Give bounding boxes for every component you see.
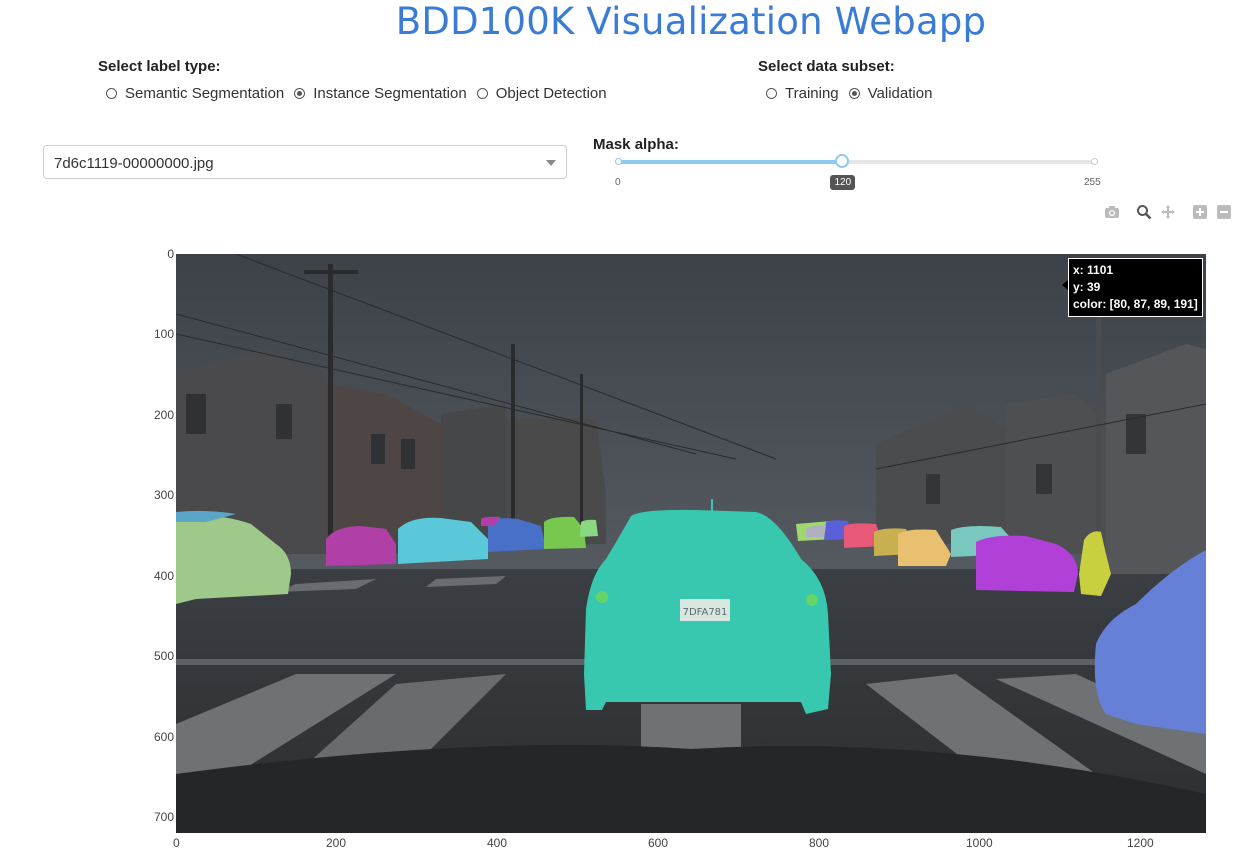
image-plot-area[interactable]: 7DFA781 xyxy=(175,253,1207,833)
label-type-radio-group: Semantic Segmentation Instance Segmentat… xyxy=(106,85,617,102)
image-select-value: 7d6c1119-00000000.jpg xyxy=(54,155,214,172)
street-scene-image: 7DFA781 xyxy=(175,253,1207,833)
y-tick-label: 100 xyxy=(153,327,174,341)
page-title: BDD100K Visualization Webapp xyxy=(395,0,987,43)
x-tick-label: 200 xyxy=(326,836,347,850)
mask-alpha-slider-track[interactable] xyxy=(618,160,1095,164)
zoom-icon[interactable] xyxy=(1136,204,1152,220)
radio-object-detection[interactable]: Object Detection xyxy=(476,85,607,102)
radio-instance-segmentation[interactable]: Instance Segmentation xyxy=(294,85,467,102)
radio-button-icon[interactable] xyxy=(766,88,777,99)
mask-alpha-slider-fill xyxy=(618,160,843,164)
radio-button-selected-icon[interactable] xyxy=(294,88,306,99)
mask-alpha-slider-handle[interactable] xyxy=(835,154,850,168)
radio-label: Training xyxy=(785,85,839,102)
label-type-heading: Select label type: xyxy=(98,58,221,75)
radio-button-icon[interactable] xyxy=(106,88,117,99)
radio-label: Instance Segmentation xyxy=(313,85,467,102)
x-tick-label: 1200 xyxy=(1127,836,1154,850)
x-tick-label: 1000 xyxy=(966,836,993,850)
y-tick-label: 700 xyxy=(153,810,174,824)
zoom-out-icon[interactable] xyxy=(1216,204,1232,220)
y-tick-label: 300 xyxy=(153,488,174,502)
radio-training[interactable]: Training xyxy=(766,85,839,102)
zoom-in-icon[interactable] xyxy=(1192,204,1208,220)
y-tick-label: 500 xyxy=(153,649,174,663)
radio-semantic-segmentation[interactable]: Semantic Segmentation xyxy=(106,85,284,102)
x-tick-label: 800 xyxy=(809,836,830,850)
hover-tooltip: x: 1101 y: 39 color: [80, 87, 89, 191] xyxy=(1068,258,1203,317)
y-tick-label: 200 xyxy=(153,408,174,422)
slider-max-dot xyxy=(1091,158,1098,165)
radio-label: Object Detection xyxy=(495,85,607,102)
image-select-dropdown[interactable]: 7d6c1119-00000000.jpg xyxy=(43,145,567,179)
y-tick-label: 600 xyxy=(153,730,174,744)
data-subset-radio-group: Training Validation xyxy=(766,85,942,102)
radio-button-selected-icon[interactable] xyxy=(848,88,860,99)
tooltip-x: x: 1101 xyxy=(1073,263,1114,277)
radio-validation[interactable]: Validation xyxy=(848,85,933,102)
tooltip-y: y: 39 xyxy=(1073,280,1101,294)
slider-min-label: 0 xyxy=(615,177,621,188)
radio-label: Semantic Segmentation xyxy=(125,85,285,102)
radio-button-icon[interactable] xyxy=(476,88,488,99)
chevron-down-icon[interactable] xyxy=(546,160,556,166)
x-tick-label: 400 xyxy=(487,836,508,850)
x-tick-label: 600 xyxy=(648,836,669,850)
mask-alpha-heading: Mask alpha: xyxy=(593,136,679,153)
data-subset-heading: Select data subset: xyxy=(758,58,895,75)
mask-alpha-value-tooltip: 120 xyxy=(830,175,856,190)
camera-icon[interactable] xyxy=(1104,204,1120,220)
svg-text:7DFA781: 7DFA781 xyxy=(683,607,728,618)
x-tick-label: 0 xyxy=(173,836,180,850)
tooltip-color: color: [80, 87, 89, 191] xyxy=(1073,297,1198,311)
y-tick-label: 400 xyxy=(153,569,174,583)
slider-max-label: 255 xyxy=(1084,177,1101,188)
y-tick-label: 0 xyxy=(167,247,174,261)
pan-icon[interactable] xyxy=(1160,204,1176,220)
radio-label: Validation xyxy=(867,85,933,102)
slider-min-dot xyxy=(615,158,622,165)
